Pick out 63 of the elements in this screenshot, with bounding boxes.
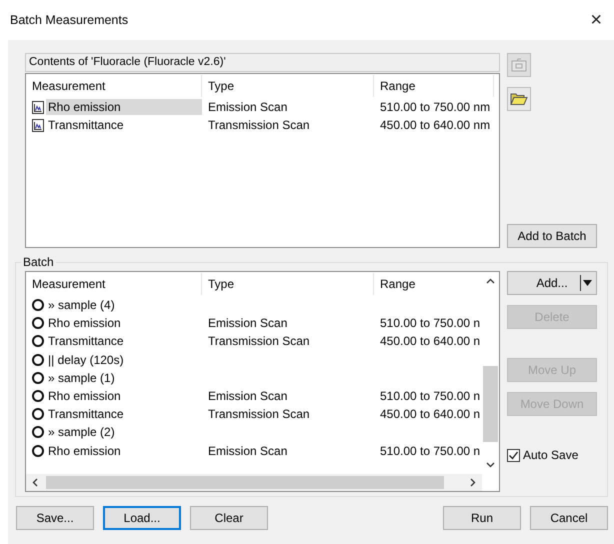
checkbox-label: Auto Save bbox=[523, 448, 578, 462]
dropdown-arrow-icon bbox=[583, 280, 592, 286]
close-button[interactable]: × bbox=[590, 8, 602, 32]
circle-icon bbox=[32, 408, 44, 420]
circle-icon bbox=[32, 444, 44, 457]
range-cell-text: 450.00 to 640.00 n bbox=[379, 334, 482, 348]
range-cell-text: 450.00 to 640.00 nm bbox=[379, 118, 492, 132]
column-header[interactable]: Measurement bbox=[26, 273, 202, 295]
footer-button[interactable]: Cancel bbox=[530, 506, 608, 530]
range-cell-text: 510.00 to 750.00 n bbox=[379, 389, 482, 404]
footer-button[interactable]: Save... bbox=[16, 506, 94, 530]
measurement-name[interactable]: Rho emission bbox=[46, 99, 202, 115]
batch-item-name[interactable]: || delay (120s) bbox=[46, 352, 202, 368]
window-title: Batch Measurements bbox=[10, 13, 128, 27]
scroll-left-icon[interactable] bbox=[32, 478, 38, 487]
group-label: Batch bbox=[21, 255, 56, 269]
column-header[interactable]: Type bbox=[202, 75, 374, 97]
type-cell-text: Emission Scan bbox=[207, 444, 288, 458]
scroll-up-icon[interactable] bbox=[486, 278, 495, 284]
batch-item-name[interactable]: » sample (1) bbox=[46, 370, 202, 386]
column-header[interactable]: Type bbox=[202, 273, 374, 295]
circle-icon bbox=[32, 354, 44, 366]
footer-button[interactable]: Clear bbox=[190, 506, 268, 530]
batch-item-name[interactable]: » sample (2) bbox=[46, 424, 202, 440]
range-cell-text: 510.00 to 750.00 nm bbox=[379, 100, 492, 114]
circle-icon bbox=[32, 335, 44, 348]
circle-icon bbox=[32, 299, 44, 312]
type-cell-text: Transmission Scan bbox=[207, 118, 311, 132]
open-folder-icon bbox=[510, 92, 528, 106]
folder-icon bbox=[511, 58, 527, 72]
circle-icon bbox=[32, 426, 44, 438]
scroll-right-icon[interactable] bbox=[470, 478, 476, 487]
range-cell-text: 510.00 to 750.00 n bbox=[379, 444, 482, 458]
circle-icon bbox=[32, 317, 44, 330]
batch-item-name[interactable]: Transmittance bbox=[46, 333, 202, 350]
add-split-button[interactable]: Add... bbox=[507, 271, 597, 295]
chart-document-icon bbox=[32, 100, 44, 114]
batch-item-name[interactable]: » sample (4) bbox=[46, 297, 202, 314]
type-cell-text: Emission Scan bbox=[207, 389, 288, 404]
range-cell-text: 450.00 to 640.00 n bbox=[379, 407, 482, 422]
type-cell-text: Transmission Scan bbox=[207, 334, 311, 348]
type-cell-text: Emission Scan bbox=[207, 316, 288, 330]
measurement-name[interactable]: Transmittance bbox=[46, 117, 202, 133]
circle-icon bbox=[32, 390, 44, 402]
type-cell-text: Emission Scan bbox=[207, 100, 288, 114]
batch-item-name[interactable]: Rho emission bbox=[46, 442, 202, 459]
footer-button[interactable]: Run bbox=[443, 506, 521, 530]
footer-button[interactable]: Load... bbox=[103, 506, 181, 530]
horizontal-scrollbar[interactable] bbox=[26, 474, 482, 491]
batch-item-name[interactable]: Transmittance bbox=[46, 406, 202, 422]
column-header[interactable]: Range bbox=[374, 75, 494, 97]
circle-icon bbox=[32, 372, 44, 384]
range-cell-text: 510.00 to 750.00 n bbox=[379, 316, 482, 330]
scroll-down-icon[interactable] bbox=[486, 462, 495, 468]
batch-item-name[interactable]: Rho emission bbox=[46, 315, 202, 332]
chart-document-icon bbox=[32, 118, 44, 132]
auto-save-checkbox[interactable] bbox=[507, 448, 520, 462]
add-to-batch-button[interactable]: Add to Batch bbox=[507, 224, 597, 248]
contents-header: Contents of 'Fluoracle (Fluoracle v2.6)' bbox=[25, 53, 500, 72]
type-cell-text: Transmission Scan bbox=[207, 407, 311, 422]
open-folder-button[interactable] bbox=[507, 87, 531, 111]
batch-item-name[interactable]: Rho emission bbox=[46, 388, 202, 404]
column-header[interactable]: Measurement bbox=[26, 75, 202, 97]
